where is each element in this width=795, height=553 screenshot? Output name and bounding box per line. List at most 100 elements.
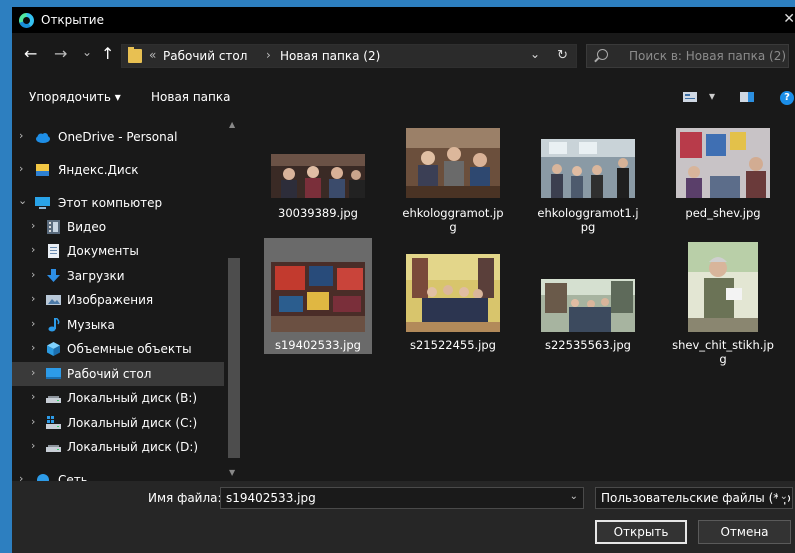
sidebar-item-label: Локальный диск (D:) (67, 440, 199, 454)
expand-chevron-icon[interactable]: › (31, 292, 35, 305)
file-item[interactable]: ped_shev.jpg (669, 120, 777, 236)
address-bar[interactable]: « Рабочий стол › Новая папка (2) ⌄ ↻ (121, 44, 577, 68)
file-item-selected[interactable]: s19402533.jpg (264, 238, 372, 354)
sidebar-item-drive-d[interactable]: › Локальный диск (D:) (12, 435, 224, 459)
scroll-down-arrow-icon[interactable]: ▼ (229, 468, 235, 477)
sidebar-item-this-pc[interactable]: ⌄ Этот компьютер (12, 191, 224, 215)
collapse-chevron-icon[interactable]: ⌄ (18, 194, 27, 207)
expand-chevron-icon[interactable]: › (19, 129, 23, 142)
expand-chevron-icon[interactable]: › (31, 341, 35, 354)
file-type-select[interactable]: Пользовательские файлы (*.p ⌄ (595, 487, 793, 509)
command-toolbar: Упорядочить ▾ Новая папка ▾ ? (12, 84, 795, 112)
search-placeholder: Поиск в: Новая папка (2) (629, 49, 787, 63)
file-item[interactable]: 30039389.jpg (264, 120, 372, 236)
sidebar-item-3d-objects[interactable]: › Объемные объекты (12, 337, 224, 361)
expand-chevron-icon[interactable]: › (31, 366, 35, 379)
3d-objects-icon (47, 342, 60, 356)
expand-chevron-icon[interactable]: › (31, 317, 35, 330)
up-arrow-icon[interactable]: ↑ (101, 45, 114, 63)
sidebar-item-desktop[interactable]: › Рабочий стол (12, 362, 224, 386)
file-name: s19402533.jpg (275, 338, 361, 352)
sidebar-item-label: Изображения (67, 293, 154, 307)
file-list: 30039389.jpg ehkologgramot.jpg ehkologgr… (242, 112, 795, 481)
file-item[interactable]: shev_chit_stikh.jpg (669, 238, 777, 366)
breadcrumb-current-folder[interactable]: Новая папка (2) (280, 49, 380, 63)
file-item[interactable]: ehkologgramot1.jpg (534, 120, 642, 236)
file-item[interactable]: s21522455.jpg (399, 238, 507, 354)
title-bar: Открытие ✕ (12, 7, 795, 33)
refresh-icon[interactable]: ↻ (557, 48, 568, 63)
forward-arrow-icon[interactable]: → (54, 45, 67, 63)
edge-browser-icon (19, 13, 34, 28)
change-view-icon[interactable] (683, 92, 697, 102)
expand-chevron-icon[interactable]: › (31, 390, 35, 403)
sidebar-item-label: Музыка (67, 318, 115, 332)
drive-icon (46, 396, 61, 403)
sidebar-item-label: Объемные объекты (67, 342, 192, 356)
sidebar-item-label: Рабочий стол (67, 367, 152, 381)
open-button[interactable]: Открыть (595, 520, 687, 544)
address-dropdown-icon[interactable]: ⌄ (530, 47, 540, 61)
expand-chevron-icon[interactable]: › (31, 268, 35, 281)
file-name: s21522455.jpg (410, 338, 496, 352)
search-box[interactable]: Поиск в: Новая папка (2) (586, 44, 789, 68)
expand-chevron-icon[interactable]: › (19, 162, 23, 175)
view-dropdown-icon[interactable]: ▾ (709, 89, 715, 103)
image-thumbnail (271, 262, 365, 332)
sidebar-item-yandex-disk[interactable]: › Яндекс.Диск (12, 158, 224, 182)
sidebar-item-downloads[interactable]: › Загрузки (12, 264, 224, 288)
sidebar-item-video[interactable]: › Видео (12, 215, 224, 239)
computer-icon (35, 197, 50, 209)
expand-chevron-icon[interactable]: › (31, 415, 35, 428)
image-thumbnail (406, 254, 500, 332)
file-name: shev_chit_stikh.jpg (672, 338, 774, 366)
file-name-field[interactable]: s19402533.jpg ⌄ (220, 487, 584, 509)
sidebar-item-drive-c[interactable]: › Локальный диск (C:) (12, 411, 224, 435)
sidebar-item-onedrive[interactable]: › OneDrive - Personal (12, 125, 224, 149)
video-icon (47, 220, 60, 234)
sidebar-item-drive-b[interactable]: › Локальный диск (B:) (12, 386, 224, 410)
expand-chevron-icon[interactable]: › (31, 439, 35, 452)
sidebar-item-music[interactable]: › Музыка (12, 313, 224, 337)
help-icon[interactable]: ? (780, 91, 794, 105)
breadcrumb-desktop[interactable]: Рабочий стол (163, 49, 247, 63)
file-item[interactable]: s22535563.jpg (534, 238, 642, 354)
image-thumbnail (541, 139, 635, 198)
file-name: ehkologgramot1.jpg (537, 206, 639, 234)
sidebar-item-documents[interactable]: › Документы (12, 239, 224, 263)
dialog-title: Открытие (41, 13, 104, 27)
close-icon[interactable]: ✕ (777, 11, 795, 27)
breadcrumb-overflow-icon[interactable]: « (149, 48, 156, 62)
expand-chevron-icon[interactable]: › (31, 219, 35, 232)
sidebar-item-pictures[interactable]: › Изображения (12, 288, 224, 312)
search-icon (597, 49, 608, 60)
documents-icon (48, 244, 59, 258)
file-type-value: Пользовательские файлы (*.p (601, 491, 791, 505)
sidebar-item-label: Документы (67, 244, 139, 258)
cloud-icon (36, 133, 50, 143)
file-item[interactable]: ehkologgramot.jpg (399, 120, 507, 236)
cancel-button[interactable]: Отмена (698, 520, 791, 544)
sidebar-item-label: Сеть (58, 473, 88, 481)
scroll-up-arrow-icon[interactable]: ▲ (229, 120, 235, 129)
sidebar-item-label: Яндекс.Диск (58, 163, 139, 177)
desktop-icon (46, 368, 61, 379)
organize-button[interactable]: Упорядочить ▾ (29, 90, 121, 104)
chevron-down-icon[interactable]: ⌄ (570, 491, 578, 502)
breadcrumb-separator-icon: › (266, 48, 271, 62)
image-thumbnail (688, 242, 758, 332)
recent-locations-chevron-icon[interactable]: ⌄ (82, 43, 92, 61)
music-icon (48, 318, 60, 332)
preview-pane-icon[interactable] (740, 92, 754, 102)
sidebar-item-label: Видео (67, 220, 107, 234)
back-arrow-icon[interactable]: ← (24, 45, 37, 63)
expand-chevron-icon[interactable]: › (31, 243, 35, 256)
expand-chevron-icon[interactable]: › (19, 472, 23, 481)
new-folder-button[interactable]: Новая папка (151, 90, 230, 104)
file-name: 30039389.jpg (278, 206, 358, 220)
sidebar-scrollbar-thumb[interactable] (228, 258, 240, 458)
file-name-value: s19402533.jpg (226, 491, 316, 505)
chevron-down-icon[interactable]: ⌄ (777, 491, 788, 502)
sidebar-item-network[interactable]: › Сеть (12, 468, 224, 481)
pictures-icon (46, 295, 61, 305)
